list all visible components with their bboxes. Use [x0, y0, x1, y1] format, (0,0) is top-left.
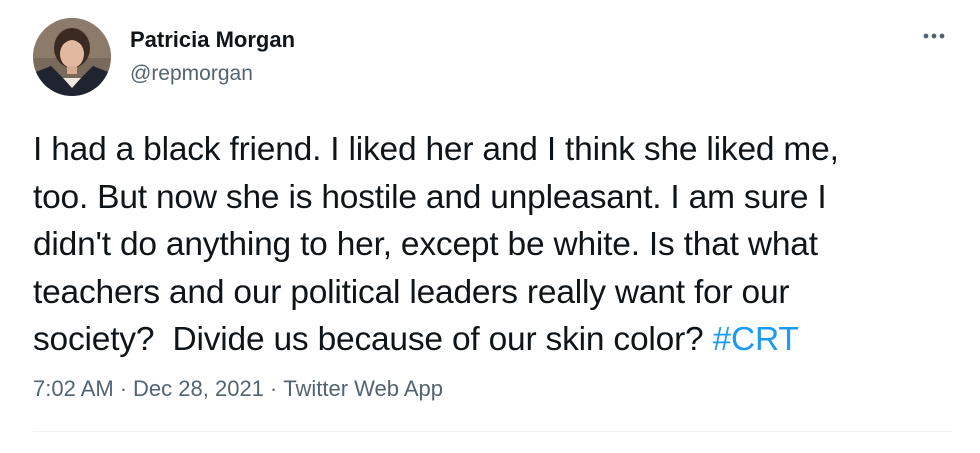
tweet-text-segment: society? Divide us because of our skin c… — [33, 321, 713, 358]
tweet-text-line: I had a black friend. I liked her and I … — [33, 131, 839, 168]
author-handle[interactable]: @repmorgan — [130, 62, 253, 86]
divider — [33, 431, 952, 432]
tweet-text-line: too. But now she is hostile and unpleasa… — [33, 178, 827, 216]
more-horizontal-icon — [923, 33, 945, 39]
meta-separator: · — [269, 376, 278, 401]
hashtag-link[interactable]: #CRT — [713, 321, 799, 358]
meta-separator: · — [119, 376, 128, 401]
tweet-text-line-last: society? Divide us because of our skin c… — [33, 316, 948, 364]
tweet-text-line: teachers and our political leaders reall… — [33, 273, 790, 311]
tweet-metadata: 7:02 AM · Dec 28, 2021 · Twitter Web App — [33, 376, 443, 402]
author-name[interactable]: Patricia Morgan — [130, 27, 295, 53]
tweet-text: I had a black friend. I liked her and I … — [33, 126, 948, 364]
tweet-date[interactable]: Dec 28, 2021 — [133, 376, 264, 401]
more-options-button[interactable] — [916, 22, 952, 50]
tweet-time[interactable]: 7:02 AM — [33, 376, 114, 401]
tweet-source[interactable]: Twitter Web App — [283, 376, 443, 401]
avatar-photo-icon — [33, 18, 111, 96]
tweet-card: Patricia Morgan @repmorgan I had a black… — [0, 0, 980, 453]
tweet-text-line: didn't do anything to her, except be whi… — [33, 226, 818, 263]
author-avatar[interactable] — [33, 18, 111, 96]
